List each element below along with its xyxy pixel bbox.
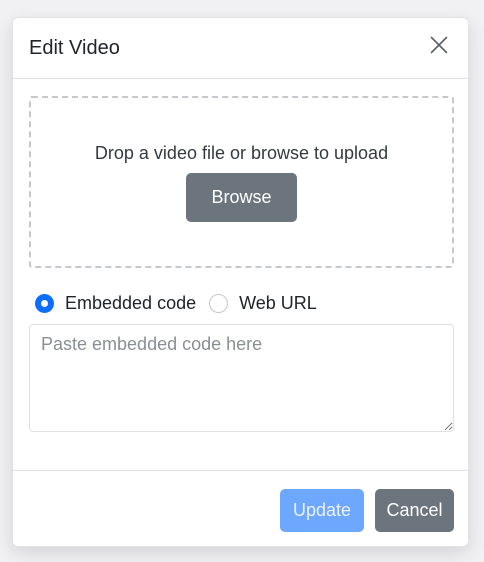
video-dropzone[interactable]: Drop a video file or browse to upload Br… (29, 96, 454, 268)
radio-web-url-indicator[interactable] (209, 293, 229, 313)
radio-web-url-label: Web URL (239, 293, 317, 313)
radio-embedded-code-indicator[interactable] (35, 293, 54, 313)
source-type-radio-group: Embedded code Web URL (35, 291, 317, 315)
cancel-button[interactable]: Cancel (375, 489, 454, 532)
close-button[interactable] (430, 36, 448, 54)
close-icon (430, 36, 448, 54)
embedded-code-textarea[interactable] (29, 324, 454, 432)
radio-embedded-code-label: Embedded code (65, 293, 197, 313)
radio-embedded-code[interactable]: Embedded code (35, 292, 196, 314)
modal-footer: Update Cancel (13, 470, 468, 547)
modal-title: Edit Video (29, 37, 120, 59)
radio-web-url[interactable]: Web URL (209, 292, 317, 314)
edit-video-modal: Edit Video Drop a video file or browse t… (12, 17, 469, 547)
modal-header: Edit Video (13, 18, 468, 79)
update-button[interactable]: Update (280, 489, 364, 532)
browse-button[interactable]: Browse (186, 173, 297, 222)
dropzone-text: Drop a video file or browse to upload (94, 143, 389, 163)
